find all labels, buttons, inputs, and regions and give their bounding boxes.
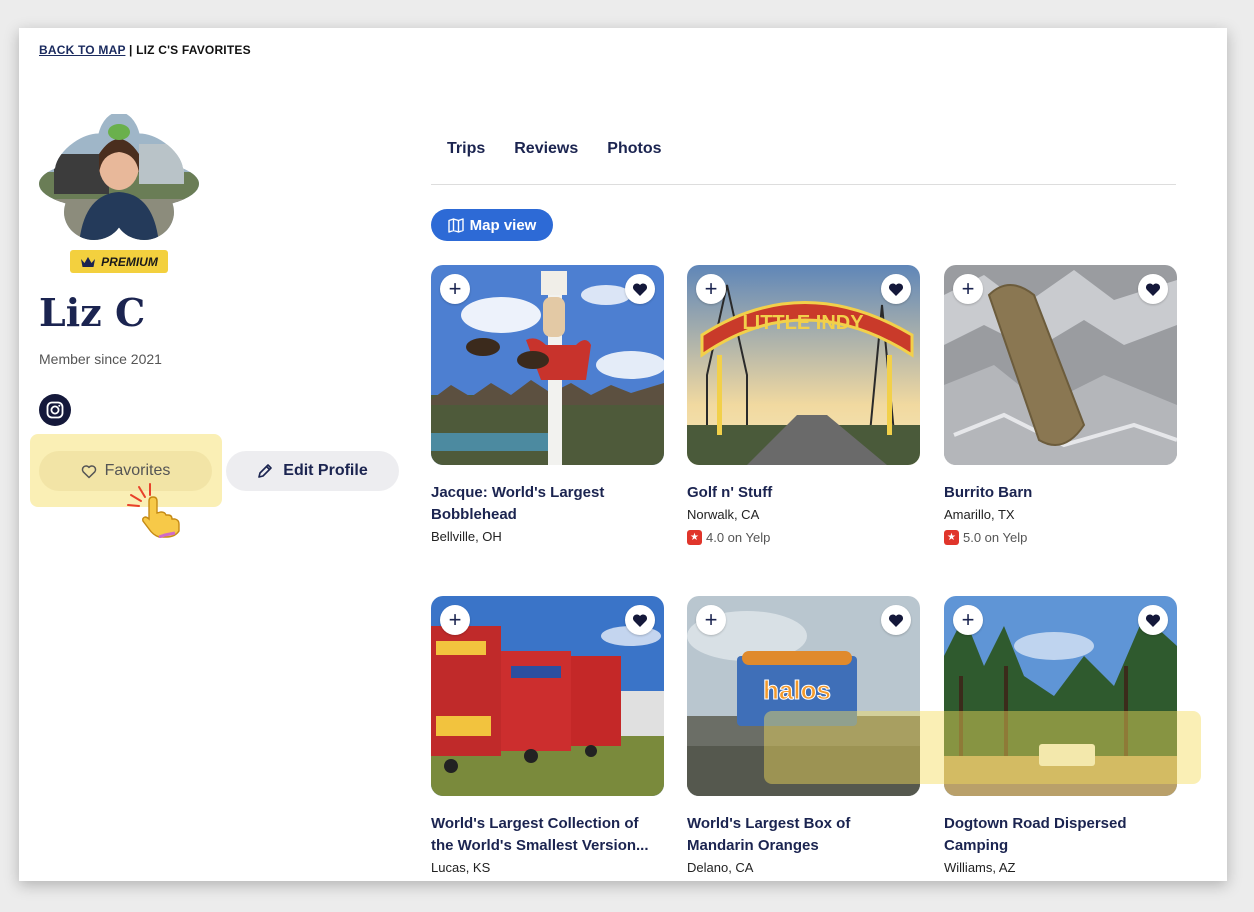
map-icon [447,217,464,233]
add-to-trip-button[interactable]: + [953,605,983,635]
place-photo[interactable]: + [944,265,1177,465]
favorite-heart-button[interactable] [881,605,911,635]
yelp-rating: ★ 5.0 on Yelp [944,530,1177,545]
favorite-heart-button[interactable] [625,605,655,635]
add-to-trip-button[interactable]: + [696,605,726,635]
arch-sign-text: LITTLE INDY [742,312,864,334]
plus-icon: + [961,607,975,632]
instagram-icon[interactable] [39,394,71,426]
premium-badge: PREMIUM [70,250,168,273]
add-to-trip-button[interactable]: + [440,274,470,304]
plus-icon: + [448,607,462,632]
place-location: Lucas, KS [431,860,491,875]
edit-profile-button[interactable]: Edit Profile [226,451,399,491]
tab-trips[interactable]: Trips [447,140,485,158]
heart-icon [1145,613,1161,627]
favorite-heart-button[interactable] [625,274,655,304]
favorite-heart-button[interactable] [881,274,911,304]
highlight-overlay [764,711,1201,784]
member-since: Member since 2021 [39,351,162,367]
yelp-rating: ★ 4.0 on Yelp [687,530,920,545]
place-photo[interactable]: + [431,265,664,465]
heart-icon [632,282,648,296]
billboard-text: halos [763,675,831,705]
place-title[interactable]: World's Largest Collection of the World'… [431,813,664,857]
place-title[interactable]: Jacque: World's Largest Bobblehead [431,482,664,526]
plus-icon: + [704,276,718,301]
map-view-button[interactable]: Map view [431,209,553,241]
yelp-star-icon: ★ [687,530,702,545]
place-title[interactable]: Golf n' Stuff [687,482,920,504]
heart-icon [632,613,648,627]
app-window: BACK TO MAP | LIZ C'S FAVORITES PREMIUM … [19,28,1227,881]
place-photo[interactable]: + [431,596,664,796]
place-location: Amarillo, TX [944,507,1015,522]
place-card[interactable]: + Jacque: World's Largest Bobblehead Bel… [431,265,664,544]
place-card[interactable]: + World's Largest Collection of the Worl… [431,596,664,875]
plus-icon: + [448,276,462,301]
add-to-trip-button[interactable]: + [953,274,983,304]
place-card[interactable]: LITTLE INDY + Golf n' Stuff Norwalk, CA … [687,265,920,545]
map-view-label: Map view [469,216,537,234]
tab-divider [431,184,1176,185]
favorites-button-label: Favorites [104,462,171,479]
heart-icon [888,613,904,627]
avatar [39,114,199,244]
favorite-heart-button[interactable] [1138,274,1168,304]
breadcrumb-current: LIZ C'S FAVORITES [136,43,251,57]
edit-profile-label: Edit Profile [283,462,368,479]
breadcrumb: BACK TO MAP | LIZ C'S FAVORITES [39,43,251,57]
place-photo[interactable]: LITTLE INDY + [687,265,920,465]
profile-name: Liz C [39,290,146,335]
pencil-icon [258,464,273,478]
place-title[interactable]: Burrito Barn [944,482,1177,504]
place-card[interactable]: + Burrito Barn Amarillo, TX ★ 5.0 on Yel… [944,265,1177,545]
place-location: Delano, CA [687,860,754,875]
add-to-trip-button[interactable]: + [440,605,470,635]
favorite-heart-button[interactable] [1138,605,1168,635]
plus-icon: + [704,607,718,632]
place-title[interactable]: World's Largest Box of Mandarin Oranges [687,813,920,857]
tab-reviews[interactable]: Reviews [514,140,578,158]
yelp-star-icon: ★ [944,530,959,545]
tab-bar: Trips Reviews Photos [447,140,662,158]
yelp-rating-text: 4.0 on Yelp [706,530,771,545]
breadcrumb-separator: | [125,43,137,57]
pointing-hand-icon [125,483,185,543]
heart-icon [888,282,904,296]
place-location: Bellville, OH [431,529,502,544]
crown-icon [81,256,96,267]
place-location: Williams, AZ [944,860,1016,875]
place-location: Norwalk, CA [687,507,760,522]
heart-icon [1145,282,1161,296]
place-title[interactable]: Dogtown Road Dispersed Camping [944,813,1177,857]
back-to-map-link[interactable]: BACK TO MAP [39,43,125,57]
add-to-trip-button[interactable]: + [696,274,726,304]
plus-icon: + [961,276,975,301]
tab-photos[interactable]: Photos [607,140,661,158]
yelp-rating-text: 5.0 on Yelp [963,530,1028,545]
premium-badge-label: PREMIUM [101,254,158,269]
heart-outline-icon [81,464,96,478]
